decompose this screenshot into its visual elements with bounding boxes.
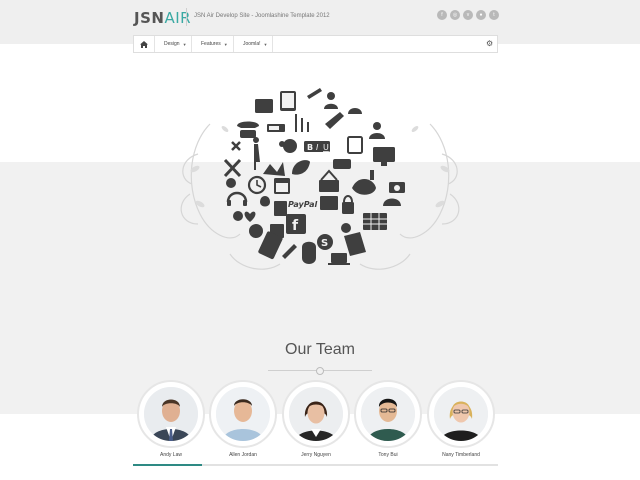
- svg-text:U: U: [323, 143, 329, 152]
- avatar: [361, 387, 415, 441]
- brush-icon: [325, 112, 344, 129]
- team-member-avatar[interactable]: [209, 380, 277, 448]
- music-icon: [370, 170, 374, 180]
- shopping-basket-icon: [319, 180, 339, 192]
- svg-text:f: f: [292, 218, 299, 234]
- paypal-icon: PayPal: [288, 200, 317, 209]
- chevron-down-icon: ▼: [223, 41, 228, 47]
- home-icon: [140, 40, 148, 48]
- spreadsheet-icon: [363, 213, 387, 230]
- flickr-icon[interactable]: ●: [476, 10, 486, 20]
- frame-icon: [347, 136, 363, 154]
- team-member-avatar[interactable]: [427, 380, 495, 448]
- vimeo-icon[interactable]: v: [463, 10, 473, 20]
- equalizer-icon: [295, 114, 309, 132]
- team-section-title: Our Team: [285, 341, 355, 358]
- nav-home[interactable]: [134, 36, 155, 52]
- chevron-down-icon: ▼: [263, 41, 268, 47]
- cloud-upload-icon: [383, 198, 401, 206]
- divider-ornament: [316, 367, 324, 375]
- avatar: [216, 387, 270, 441]
- svg-text:S: S: [321, 238, 328, 249]
- tools-icon: [223, 158, 242, 178]
- chart-up-icon: [263, 162, 285, 176]
- twitter-icon[interactable]: t: [489, 10, 499, 20]
- team-member-avatar[interactable]: [137, 380, 205, 448]
- nav-joomla-label: Joomla!: [243, 41, 261, 47]
- nav-features[interactable]: Features ▼: [192, 36, 234, 52]
- person-icon: [254, 144, 260, 170]
- logo-divider: [186, 8, 187, 26]
- phone-icon: [237, 121, 259, 128]
- icon-cluster: B I U PayPal f S: [223, 88, 405, 265]
- settings-icon: [233, 211, 243, 221]
- leaf-icon: [292, 160, 310, 175]
- team-member-avatar[interactable]: [354, 380, 422, 448]
- balloons-icon: [260, 196, 270, 207]
- weather-icon: [348, 108, 362, 114]
- like-icon: [341, 223, 351, 233]
- team-member-name: Allen Jordan: [229, 452, 257, 458]
- site-tagline: JSN Air Develop Site - Joomlashine Templ…: [194, 13, 330, 19]
- users-icon: [373, 122, 381, 130]
- alarm-clock-icon: [249, 224, 263, 238]
- icon-cloud-illustration: B I U PayPal f S: [180, 88, 460, 270]
- chevron-down-icon: ▼: [182, 41, 187, 47]
- heart-icon: [244, 211, 256, 222]
- ticket-icon: [344, 232, 366, 256]
- avatar: [289, 387, 343, 441]
- laptop-icon: [331, 253, 347, 263]
- nav-design[interactable]: Design ▼: [155, 36, 192, 52]
- radio-icon: [333, 159, 351, 169]
- avatar: [434, 387, 488, 441]
- grid-widget-icon: [320, 196, 338, 210]
- pen-icon: [307, 88, 322, 99]
- eyedropper-icon: [282, 244, 297, 259]
- gear-icon[interactable]: ⚙: [486, 39, 493, 49]
- site-logo[interactable]: JSNAIR: [134, 9, 191, 27]
- facebook-icon[interactable]: f: [437, 10, 447, 20]
- social-links: f ◎ v ● t: [437, 10, 499, 20]
- nav-joomla[interactable]: Joomla! ▼: [234, 36, 273, 52]
- svg-text:B: B: [307, 143, 313, 152]
- monitor-icon: [373, 147, 395, 162]
- user-icon: [327, 92, 335, 100]
- mouse-icon: [302, 241, 316, 264]
- avatar: [144, 387, 198, 441]
- team-member-name: Nany Timberland: [442, 452, 480, 458]
- main-nav: Design ▼ Features ▼ Joomla! ▼ ⚙: [133, 35, 498, 53]
- team-member-name: Jerry Nguyen: [301, 452, 331, 458]
- lock-icon: [342, 202, 354, 214]
- fish-icon: [352, 178, 376, 195]
- team-member-name: Andy Law: [160, 452, 182, 458]
- team-member-avatar[interactable]: [282, 380, 350, 448]
- dribbble-icon[interactable]: ◎: [450, 10, 460, 20]
- team-tab-active-indicator: [133, 464, 202, 466]
- nav-features-label: Features: [201, 41, 221, 47]
- picture-icon: [255, 99, 273, 113]
- scissors-icon: [231, 141, 241, 151]
- chat-icon: [226, 178, 236, 188]
- team-member-name: Tony Bui: [378, 452, 398, 458]
- nav-design-label: Design: [164, 41, 180, 47]
- pie-chart-icon: [283, 139, 297, 153]
- file-icon: [274, 201, 287, 216]
